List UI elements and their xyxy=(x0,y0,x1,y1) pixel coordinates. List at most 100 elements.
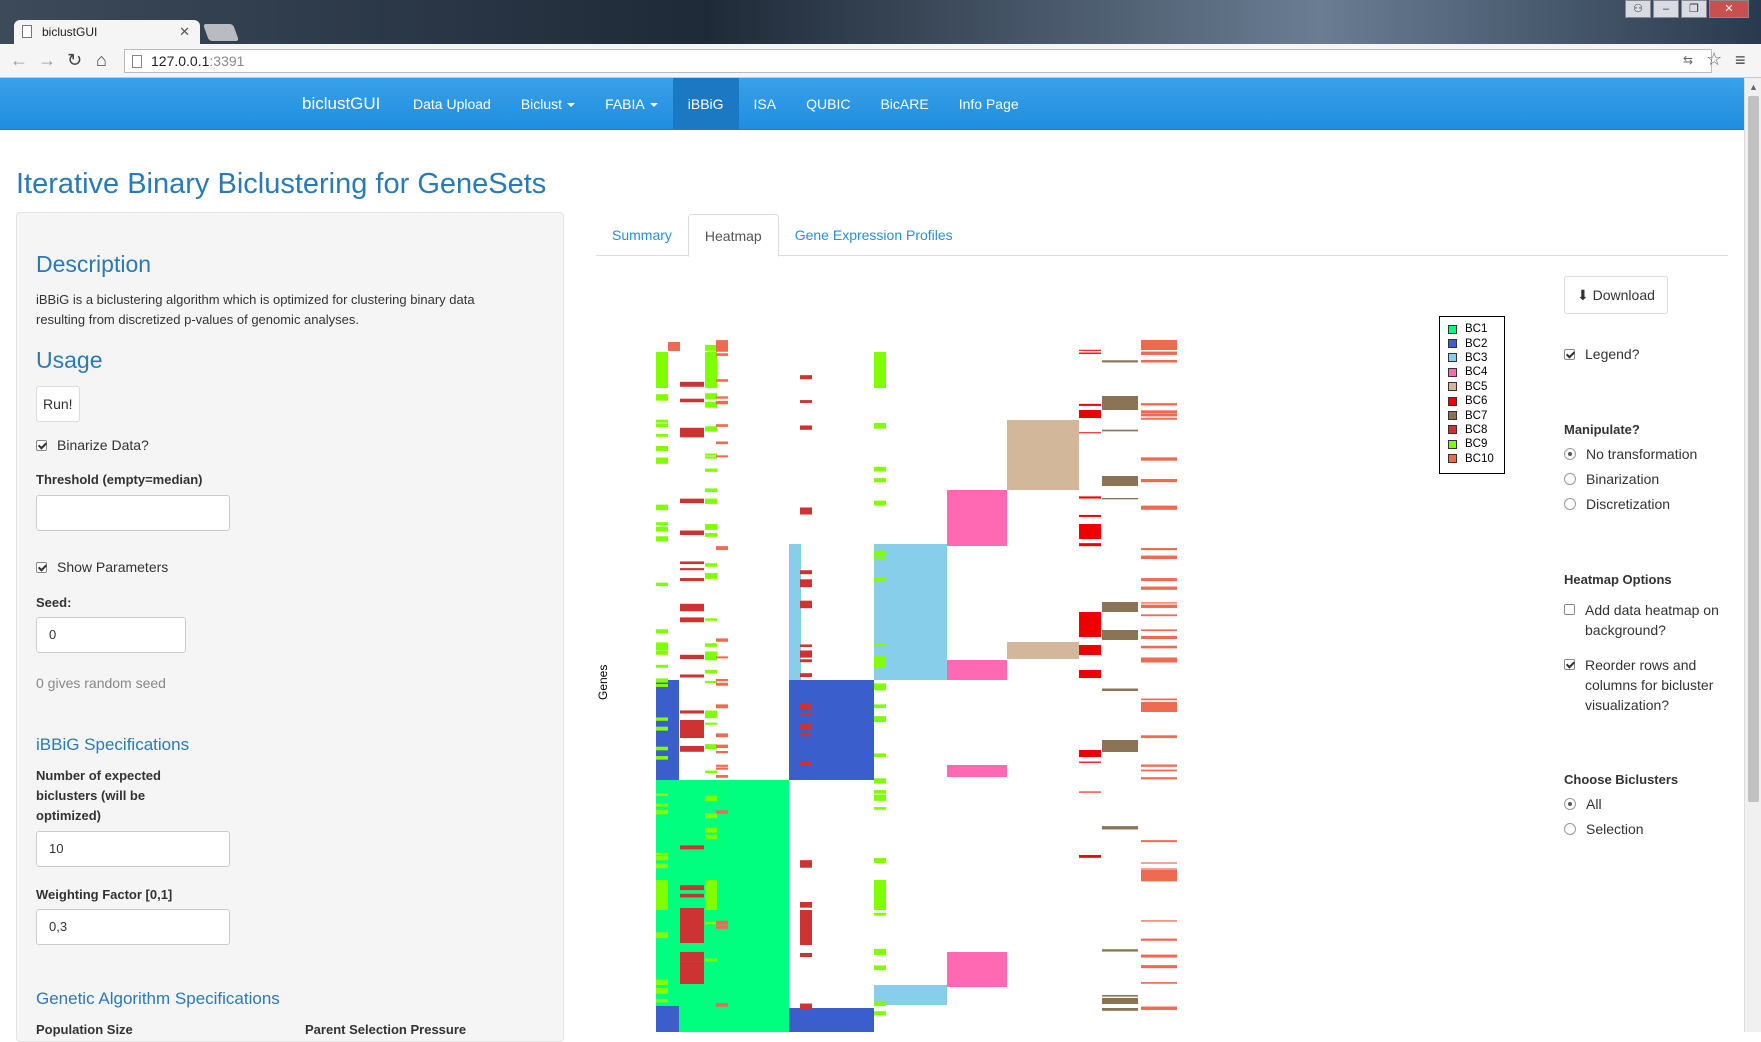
close-window-icon[interactable]: ✕ xyxy=(1709,0,1749,18)
legend-item: BC1 xyxy=(1448,322,1504,336)
heatmap-cell xyxy=(874,965,886,971)
binarize-checkbox[interactable]: Binarize Data? xyxy=(36,437,149,453)
translate-icon[interactable]: ⇆ xyxy=(1683,53,1693,67)
nav-item-ibbig[interactable]: iBBiG xyxy=(672,78,739,130)
show-parameters-checkbox[interactable]: Show Parameters xyxy=(36,559,168,575)
nav-item-label: Biclust xyxy=(520,96,563,112)
radio-unselected-icon[interactable] xyxy=(1564,498,1576,510)
choose-biclusters-heading: Choose Biclusters xyxy=(1564,772,1679,787)
maximize-icon[interactable]: ❐ xyxy=(1681,0,1707,18)
heatmap-cell xyxy=(800,400,812,403)
legend-swatch xyxy=(1448,411,1457,421)
legend-swatch xyxy=(1448,396,1457,406)
num-biclusters-input[interactable]: 10 xyxy=(36,831,230,867)
tab-summary[interactable]: Summary xyxy=(596,214,688,255)
nav-item-isa[interactable]: ISA xyxy=(739,78,792,130)
heatmap-cell xyxy=(1141,764,1177,767)
heatmap-cell xyxy=(1141,1006,1177,1010)
vertical-scrollbar[interactable]: ▲ xyxy=(1744,78,1761,1032)
scrollbar-thumb[interactable] xyxy=(1748,96,1759,802)
heatmap-cell xyxy=(1141,604,1177,608)
heatmap-cell xyxy=(656,423,668,428)
download-button[interactable]: ⬇ Download xyxy=(1564,276,1668,314)
weighting-factor-input[interactable]: 0,3 xyxy=(36,909,230,945)
tab-heatmap[interactable]: Heatmap xyxy=(687,214,779,257)
heatmap-cell xyxy=(1079,410,1101,418)
checkbox-checked-icon[interactable] xyxy=(36,561,47,573)
add-background-checkbox[interactable]: Add data heatmap on background? xyxy=(1564,600,1734,640)
heatmap-cell xyxy=(680,561,704,565)
heatmap-cell xyxy=(800,901,812,908)
heatmap-cell xyxy=(1102,396,1138,410)
heatmap-cell xyxy=(1141,417,1177,420)
heatmap-cell xyxy=(656,1006,679,1032)
tab-gene-expression-profiles[interactable]: Gene Expression Profiles xyxy=(779,214,969,255)
radio-no-transformation[interactable]: No transformation xyxy=(1564,446,1697,462)
download-label: Download xyxy=(1592,287,1655,303)
heatmap-cell xyxy=(716,764,728,767)
nav-item-info-page[interactable]: Info Page xyxy=(944,78,1034,130)
heatmap-cell xyxy=(1141,698,1177,701)
checkbox-checked-icon[interactable] xyxy=(1564,659,1575,670)
radio-selection[interactable]: Selection xyxy=(1564,821,1644,837)
heatmap-cell xyxy=(680,578,704,581)
checkbox-checked-icon[interactable] xyxy=(36,439,47,451)
nav-item-data-upload[interactable]: Data Upload xyxy=(398,78,506,130)
heatmap-cell xyxy=(716,679,728,682)
browser-tab[interactable]: biclustGUI ✕ xyxy=(14,20,200,44)
heatmap-cell xyxy=(1141,920,1177,922)
radio-selected-icon[interactable] xyxy=(1564,798,1576,810)
heatmap-cell xyxy=(1102,998,1138,1004)
heatmap-cell xyxy=(716,744,728,748)
bookmark-star-icon[interactable]: ☆ xyxy=(1706,49,1722,70)
radio-selected-icon[interactable] xyxy=(1564,448,1576,460)
threshold-input[interactable] xyxy=(36,495,230,531)
nav-item-qubic[interactable]: QUBIC xyxy=(791,78,865,130)
heatmap-cell xyxy=(716,704,728,709)
browser-menu-icon[interactable]: ≡ xyxy=(1735,50,1746,71)
heatmap-cell xyxy=(874,662,886,669)
radio-binarization[interactable]: Binarization xyxy=(1564,471,1659,487)
url-host: 127.0.0.1 xyxy=(151,53,210,69)
legend-checkbox[interactable]: Legend? xyxy=(1564,346,1640,362)
run-button[interactable]: Run! xyxy=(36,386,80,422)
radio-all[interactable]: All xyxy=(1564,796,1602,812)
heatmap-cell xyxy=(1141,403,1177,406)
heatmap-cell xyxy=(656,445,668,452)
radio-unselected-icon[interactable] xyxy=(1564,473,1576,485)
radio-unselected-icon[interactable] xyxy=(1564,823,1576,835)
heatmap-cell xyxy=(716,455,728,458)
user-icon[interactable]: ⚇ xyxy=(1625,0,1651,18)
heatmap-cell xyxy=(874,478,886,483)
reorder-checkbox[interactable]: Reorder rows and columns for bicluster v… xyxy=(1564,655,1734,715)
heatmap-cell xyxy=(1079,645,1101,655)
reload-icon[interactable]: ↻ xyxy=(67,50,82,71)
heatmap-cell xyxy=(716,733,728,738)
heatmap-cell xyxy=(874,422,886,429)
heatmap-cell xyxy=(800,723,812,730)
url-input[interactable]: 127.0.0.1:3391 xyxy=(124,49,1712,73)
radio-discretization[interactable]: Discretization xyxy=(1564,496,1670,512)
heatmap-cell xyxy=(656,684,668,687)
heatmap-cell xyxy=(874,985,947,1005)
minimize-icon[interactable]: – xyxy=(1653,0,1679,18)
navbar-brand[interactable]: biclustGUI xyxy=(302,94,380,114)
heatmap-cell xyxy=(705,680,717,684)
nav-item-biclust[interactable]: Biclust xyxy=(506,78,590,130)
heatmap-cell xyxy=(1007,642,1079,659)
checkbox-checked-icon[interactable] xyxy=(1564,348,1575,360)
forward-arrow-icon[interactable]: → xyxy=(38,50,56,71)
nav-item-bicare[interactable]: BicARE xyxy=(865,78,943,130)
checkbox-unchecked-icon[interactable] xyxy=(1564,604,1575,615)
home-icon[interactable]: ⌂ xyxy=(96,50,107,71)
nav-item-fabia[interactable]: FABIA xyxy=(590,78,673,130)
download-icon: ⬇ xyxy=(1577,287,1589,303)
heatmap-cell xyxy=(1102,826,1138,828)
heatmap-cell xyxy=(1079,612,1101,637)
back-arrow-icon[interactable]: ← xyxy=(10,50,28,71)
close-tab-icon[interactable]: ✕ xyxy=(179,24,190,40)
seed-input[interactable]: 0 xyxy=(36,617,186,653)
heatmap-cell xyxy=(800,761,812,766)
new-tab-button[interactable] xyxy=(202,24,240,41)
scroll-up-arrow-icon[interactable]: ▲ xyxy=(1749,82,1758,92)
